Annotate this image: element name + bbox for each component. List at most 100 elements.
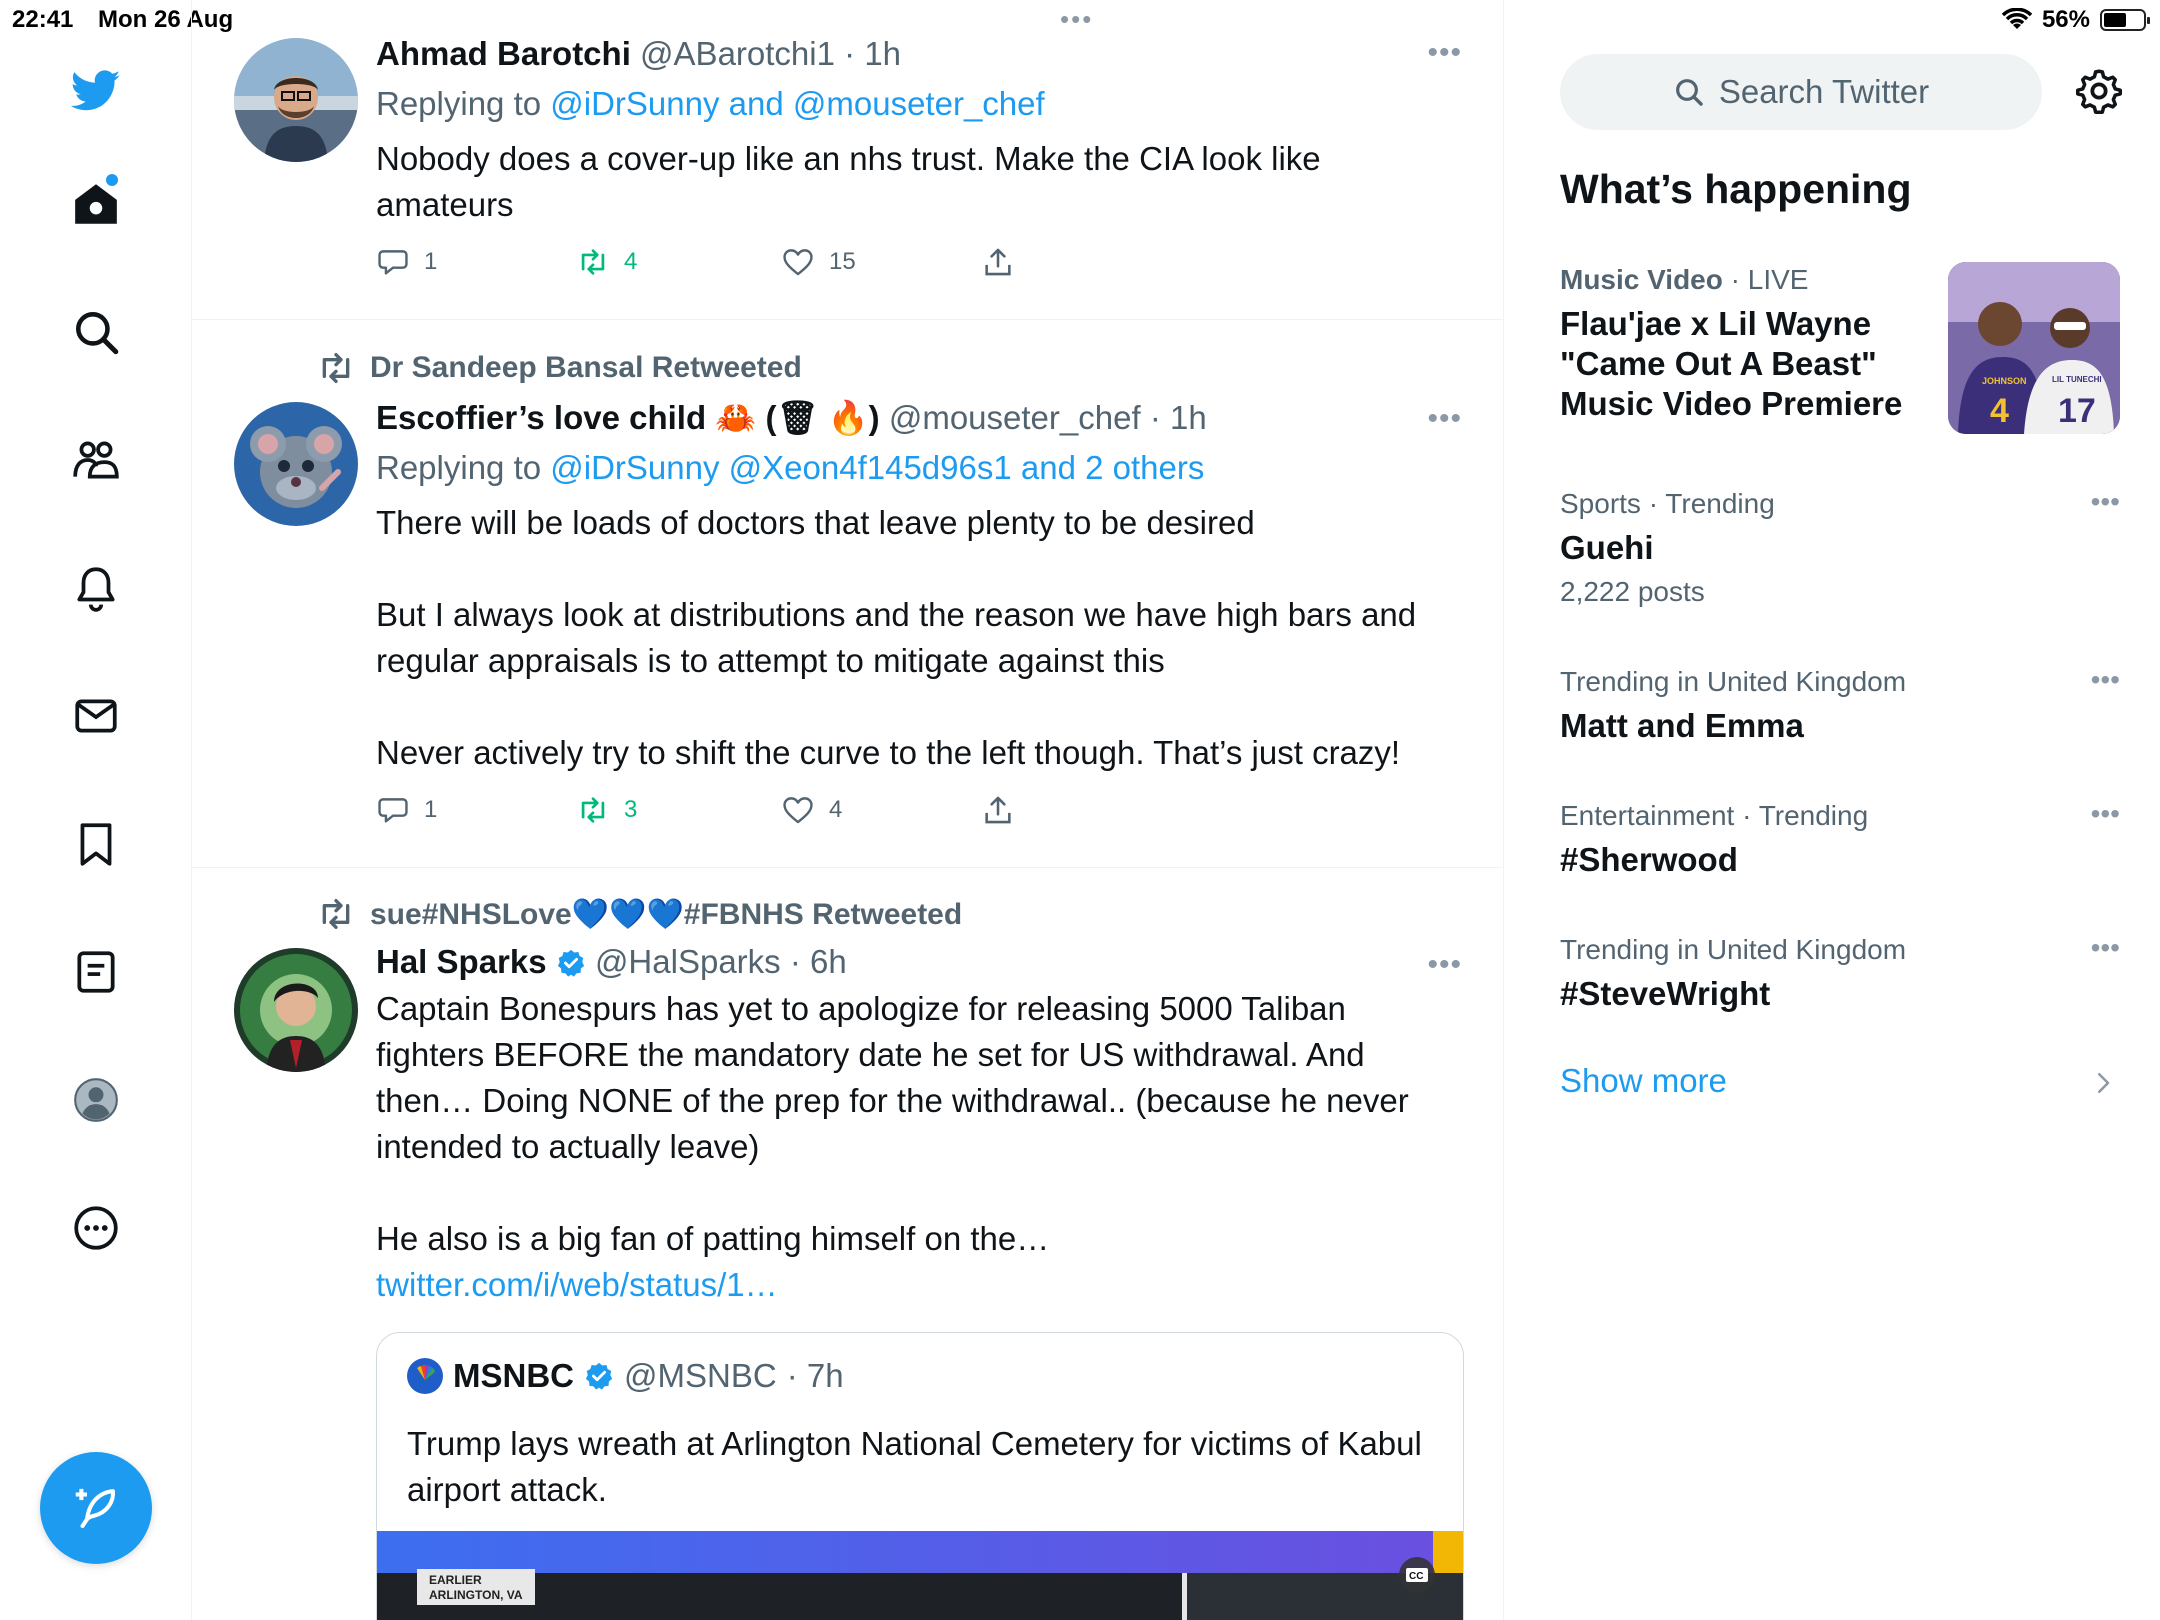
msnbc-avatar bbox=[407, 1358, 443, 1394]
like-count: 4 bbox=[829, 796, 843, 823]
retweet-icon bbox=[322, 353, 350, 383]
tweet-link[interactable]: twitter.com/i/web/status/1… bbox=[376, 1266, 778, 1303]
tweet-author-name[interactable]: Hal Sparks bbox=[376, 943, 547, 980]
tweet-time[interactable]: · 1h bbox=[844, 35, 901, 72]
like-button[interactable]: 15 bbox=[781, 245, 981, 279]
tweet-author-handle[interactable]: @mouseter_chef bbox=[889, 399, 1141, 436]
retweeted-by: Dr Sandeep Bansal Retweeted bbox=[316, 348, 802, 388]
heart-icon bbox=[783, 797, 813, 824]
show-more-link[interactable]: Show more bbox=[1560, 1062, 1727, 1100]
share-icon bbox=[985, 248, 1011, 276]
image-jersey-number-2: 17 bbox=[2058, 392, 2096, 430]
tweet[interactable]: ••• Ahmad Barotchi @ABarotchi1 · 1h Repl… bbox=[192, 0, 1503, 320]
quoted-tweet[interactable]: MSNBC @MSNBC · 7h Trump lays wreath at A… bbox=[376, 1332, 1464, 1620]
lists-icon[interactable] bbox=[66, 942, 126, 1002]
image-jersey-name-1: JOHNSON bbox=[1982, 376, 2027, 386]
twitter-logo-icon[interactable] bbox=[66, 60, 126, 120]
image-jersey-number-1: 4 bbox=[1990, 392, 2009, 430]
retweet-button[interactable]: 4 bbox=[576, 245, 781, 279]
reply-icon bbox=[378, 798, 408, 823]
compose-tweet-button[interactable] bbox=[40, 1452, 152, 1564]
retweet-count: 4 bbox=[624, 248, 638, 275]
trend-category: Sports · Trending bbox=[1560, 488, 1775, 519]
cc-badge[interactable]: CC bbox=[1409, 1571, 1423, 1582]
home-notification-dot bbox=[106, 174, 118, 186]
trend-more-icon[interactable]: ••• bbox=[2091, 798, 2120, 830]
chevron-right-icon[interactable] bbox=[2088, 1068, 2118, 1098]
search-icon[interactable] bbox=[66, 302, 126, 362]
share-button[interactable] bbox=[981, 245, 1015, 279]
search-icon bbox=[1675, 79, 1703, 106]
reply-button[interactable]: 1 bbox=[376, 245, 576, 279]
profile-avatar-icon[interactable] bbox=[66, 1070, 126, 1130]
timeline: ••• Ahmad Barotchi @ABarotchi1 · 1h Repl… bbox=[192, 0, 1504, 1620]
quote-author-handle[interactable]: @MSNBC bbox=[624, 1357, 777, 1395]
trend-live-status: · LIVE bbox=[1722, 264, 1809, 295]
settings-gear-icon[interactable] bbox=[2074, 66, 2124, 116]
trend-item[interactable]: Trending in United Kingdom #SteveWright … bbox=[1560, 932, 2120, 1014]
image-jersey-name-2: LIL TUNECHI bbox=[2052, 375, 2102, 384]
replying-to-users-link[interactable]: @iDrSunny and @mouseter_chef bbox=[550, 85, 1044, 122]
retweeted-by: sue#NHSLove💙💙💙#FBNHS Retweeted bbox=[316, 894, 962, 934]
communities-icon[interactable] bbox=[66, 430, 126, 490]
tweet-text: Captain Bonespurs has yet to apologize f… bbox=[376, 990, 1409, 1303]
search-input[interactable]: Search Twitter bbox=[1560, 54, 2042, 130]
trend-more-icon[interactable]: ••• bbox=[2091, 932, 2120, 964]
trend-item[interactable]: Music Video · LIVE Flau'jae x Lil Wayne … bbox=[1560, 262, 2120, 434]
retweet-icon bbox=[581, 249, 605, 275]
trend-image: JOHNSON 4 LIL TUNECHI 17 bbox=[1948, 262, 2120, 434]
trend-more-icon[interactable]: ••• bbox=[2091, 664, 2120, 696]
reply-button[interactable]: 1 bbox=[376, 793, 576, 827]
quote-video-thumbnail[interactable]: EARLIER ARLINGTON, VA CC bbox=[377, 1531, 1463, 1620]
tweet-text: There will be loads of doctors that leav… bbox=[376, 504, 1417, 771]
like-button[interactable]: 4 bbox=[781, 793, 981, 827]
retweet-icon bbox=[322, 899, 350, 929]
retweeted-by-label[interactable]: Dr Sandeep Bansal Retweeted bbox=[370, 351, 802, 385]
whats-happening-heading: What’s happening bbox=[1560, 166, 1912, 212]
tweet-time[interactable]: · 1h bbox=[1150, 399, 1207, 436]
tweet-author-name[interactable]: Escoffier’s love child 🦀 (🗑 🔥) bbox=[376, 399, 880, 436]
replying-to-users-link[interactable]: @iDrSunny @Xeon4f145d96s1 and 2 others bbox=[550, 449, 1204, 486]
retweet-count: 3 bbox=[624, 796, 638, 823]
left-navigation bbox=[0, 0, 192, 1620]
notifications-bell-icon[interactable] bbox=[66, 558, 126, 618]
retweet-button[interactable]: 3 bbox=[576, 793, 781, 827]
trend-category: Trending in United Kingdom bbox=[1560, 934, 1907, 965]
replying-to: Replying to @iDrSunny @Xeon4f145d96s1 an… bbox=[376, 449, 1205, 486]
tweet-text: Nobody does a cover-up like an nhs trust… bbox=[376, 140, 1321, 223]
replying-to: Replying to @iDrSunny and @mouseter_chef bbox=[376, 85, 1045, 122]
tweet-author-handle[interactable]: @ABarotchi1 bbox=[640, 35, 835, 72]
avatar[interactable] bbox=[234, 948, 358, 1072]
tweet-author-handle[interactable]: @HalSparks bbox=[595, 943, 781, 980]
trend-item[interactable]: Entertainment · Trending #Sherwood ••• bbox=[1560, 798, 2120, 880]
heart-icon bbox=[783, 249, 813, 276]
media-caption-2: ARLINGTON, VA bbox=[429, 1588, 523, 1602]
trend-category: Trending in United Kingdom bbox=[1560, 666, 1907, 697]
tweet[interactable]: sue#NHSLove💙💙💙#FBNHS Retweeted ••• Hal S… bbox=[192, 868, 1503, 1620]
trend-title: #Sherwood bbox=[1560, 841, 1738, 878]
more-circle-icon[interactable] bbox=[66, 1198, 126, 1258]
trend-item[interactable]: Trending in United Kingdom Matt and Emma… bbox=[1560, 664, 2120, 746]
trend-post-count: 2,222 posts bbox=[1560, 576, 1705, 607]
share-button[interactable] bbox=[981, 793, 1015, 827]
media-caption-1: EARLIER bbox=[429, 1573, 482, 1587]
trend-category: Music Video bbox=[1560, 264, 1723, 295]
avatar[interactable] bbox=[234, 38, 358, 162]
tweet-actions: 1 4 15 bbox=[376, 242, 1456, 282]
quote-time: · 7h bbox=[786, 1357, 844, 1394]
quote-text: Trump lays wreath at Arlington National … bbox=[407, 1425, 1422, 1508]
messages-envelope-icon[interactable] bbox=[66, 686, 126, 746]
trend-title: Flau'jae x Lil Wayne "Came Out A Beast" … bbox=[1560, 305, 1903, 422]
quote-author-name[interactable]: MSNBC bbox=[453, 1357, 574, 1395]
trend-more-icon[interactable]: ••• bbox=[2091, 486, 2120, 518]
trend-title: Guehi bbox=[1560, 529, 1654, 566]
tweet[interactable]: Dr Sandeep Bansal Retweeted ••• Escoffie… bbox=[192, 320, 1503, 868]
tweet-time[interactable]: · 6h bbox=[790, 943, 847, 980]
bookmark-icon[interactable] bbox=[66, 814, 126, 874]
like-count: 15 bbox=[829, 248, 856, 275]
avatar[interactable] bbox=[234, 402, 358, 526]
tweet-author-name[interactable]: Ahmad Barotchi bbox=[376, 35, 631, 72]
retweeted-by-label[interactable]: sue#NHSLove💙💙💙#FBNHS Retweeted bbox=[370, 897, 962, 932]
compose-feather-icon bbox=[75, 1488, 115, 1529]
trend-item[interactable]: Sports · Trending Guehi 2,222 posts ••• bbox=[1560, 486, 2120, 608]
